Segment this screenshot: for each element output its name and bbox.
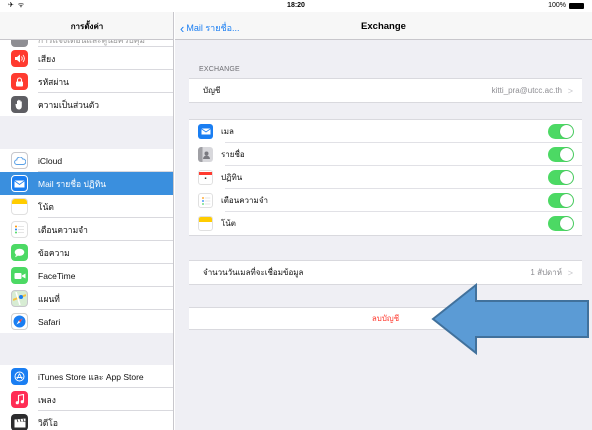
music-icon (11, 391, 28, 408)
battery-icon (569, 3, 584, 9)
sync-label-notes: โน้ต (221, 219, 236, 228)
lock-icon (11, 73, 28, 90)
sync-row-contacts: รายชื่อ (189, 143, 582, 166)
detail-navbar: ‹ Mail รายชื่อ... Exchange (175, 12, 592, 40)
notes-sync-toggle[interactable] (548, 216, 574, 231)
reminders-icon (198, 193, 213, 208)
mail-days-card: จำนวนวันเมลที่จะเชื่อมข้อมูล 1 สัปดาห์ > (189, 260, 582, 285)
sidebar-item-music[interactable]: เพลง (0, 388, 173, 411)
calendars-sync-toggle[interactable] (548, 170, 574, 185)
account-value: kitti_pra@utcc.ac.th (491, 86, 562, 95)
sync-label-contacts: รายชื่อ (221, 150, 245, 159)
sync-label-mail: เมล (221, 127, 234, 136)
status-time: 18:20 (287, 2, 305, 9)
sidebar-item-icloud[interactable]: iCloud (0, 149, 173, 172)
sidebar-item-videos[interactable]: วิดีโอ (0, 411, 173, 430)
account-label: บัญชี (203, 86, 221, 95)
video-icon (11, 267, 28, 284)
account-card: บัญชี kitti_pra@utcc.ac.th > (189, 78, 582, 103)
mail-sync-toggle[interactable] (548, 124, 574, 139)
clapper-icon (11, 414, 28, 430)
sidebar-group-a: การแจ้งเตือนและศูนย์ควบคุม เสียง รหัสผ่า… (0, 33, 173, 116)
app-store-icon (11, 368, 28, 385)
map-icon (11, 290, 28, 307)
hand-icon (11, 96, 28, 113)
notifications-icon (11, 39, 28, 47)
sync-row-reminders: เตือนความจำ (189, 189, 582, 212)
mail-icon (198, 124, 213, 139)
sidebar-item-notes[interactable]: โน้ต (0, 195, 173, 218)
sidebar-item-privacy[interactable]: ความเป็นส่วนตัว (0, 93, 173, 116)
sidebar-item-facetime[interactable]: FaceTime (0, 264, 173, 287)
sidebar-group-b: iCloud Mail รายชื่อ ปฏิทิน โน้ต เตือนควา… (0, 149, 173, 333)
sidebar-item-itunes-app-store[interactable]: iTunes Store และ App Store (0, 365, 173, 388)
mail-days-label: จำนวนวันเมลที่จะเชื่อมข้อมูล (203, 268, 304, 277)
page-title: Exchange (361, 21, 406, 32)
account-row[interactable]: บัญชี kitti_pra@utcc.ac.th > (189, 79, 582, 102)
sidebar-title: การตั้งค่า (0, 12, 173, 40)
chevron-right-icon: > (567, 267, 573, 278)
sidebar-item-messages[interactable]: ข้อความ (0, 241, 173, 264)
sync-row-mail: เมล (189, 120, 582, 143)
sync-label-reminders: เตือนความจำ (221, 196, 268, 205)
exchange-detail-pane: EXCHANGE บัญชี kitti_pra@utcc.ac.th > เม… (175, 40, 592, 430)
sync-card: เมล รายชื่อ ▪ ปฏิทิน เตือนความจำ โน้ต (189, 119, 582, 236)
mail-days-value: 1 สัปดาห์ (530, 268, 562, 277)
reminders-icon (11, 221, 28, 238)
sidebar-group-c: iTunes Store และ App Store เพลง วิดีโอ (0, 365, 173, 430)
notes-icon (11, 198, 28, 215)
battery-percent: 100% (548, 2, 566, 9)
sidebar-item-maps[interactable]: แผนที่ (0, 287, 173, 310)
mail-icon (11, 175, 28, 192)
cloud-icon (11, 152, 28, 169)
sync-row-calendars: ▪ ปฏิทิน (189, 166, 582, 189)
settings-sidebar: การตั้งค่า การแจ้งเตือนและศูนย์ควบคุม เส… (0, 12, 174, 430)
sync-row-notes: โน้ต (189, 212, 582, 235)
sync-label-calendars: ปฏิทิน (221, 173, 243, 182)
contacts-icon (198, 147, 213, 162)
calendar-icon: ▪ (198, 170, 213, 185)
mail-days-row[interactable]: จำนวนวันเมลที่จะเชื่อมข้อมูล 1 สัปดาห์ > (189, 261, 582, 284)
annotation-arrow-icon (431, 283, 589, 355)
section-header-exchange: EXCHANGE (199, 66, 240, 73)
sidebar-item-sounds[interactable]: เสียง (0, 47, 173, 70)
reminders-sync-toggle[interactable] (548, 193, 574, 208)
compass-icon (11, 313, 28, 330)
sidebar-item-reminders[interactable]: เตือนความจำ (0, 218, 173, 241)
sidebar-item-mail-contacts-calendars[interactable]: Mail รายชื่อ ปฏิทิน (0, 172, 173, 195)
sidebar-item-safari[interactable]: Safari (0, 310, 173, 333)
chevron-right-icon: > (567, 85, 573, 96)
notes-icon (198, 216, 213, 231)
status-bar: ✈ ᯤ 18:20 100% (0, 0, 592, 12)
contacts-sync-toggle[interactable] (548, 147, 574, 162)
message-icon (11, 244, 28, 261)
sidebar-item-passcode[interactable]: รหัสผ่าน (0, 70, 173, 93)
speaker-icon (11, 50, 28, 67)
